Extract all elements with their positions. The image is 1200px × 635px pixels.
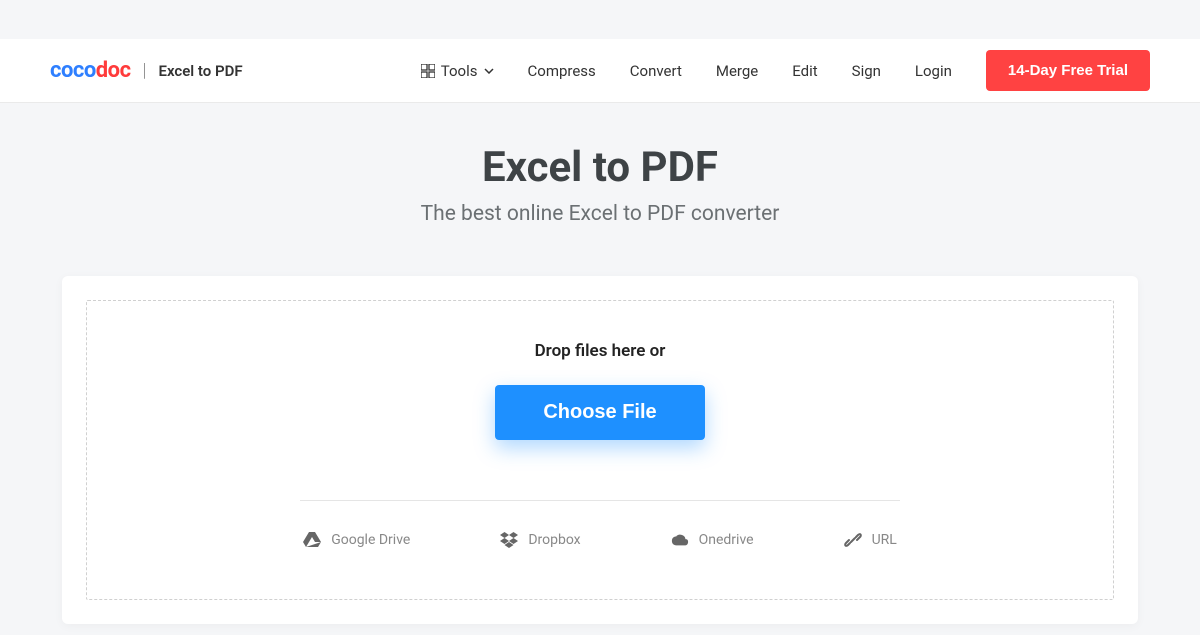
source-url[interactable]: URL [844,531,897,549]
hero-subtitle: The best online Excel to PDF converter [0,202,1200,226]
nav-edit-label: Edit [792,62,817,80]
nav-sign-label: Sign [852,62,881,80]
sources-separator [300,500,900,501]
logo-section: cocodoc | Excel to PDF [50,58,243,83]
nav-convert-label: Convert [630,62,682,80]
source-dropbox-label: Dropbox [528,532,580,548]
drop-text: Drop files here or [107,341,1093,361]
grid-icon [421,64,435,78]
logo-part-doc: doc [96,58,131,83]
main-nav: Tools Compress Convert Merge Edit Sign L… [421,50,1150,91]
link-icon [844,531,862,549]
source-onedrive[interactable]: Onedrive [671,531,754,549]
nav-login[interactable]: Login [915,62,952,80]
logo-part-coco: coco [50,58,96,83]
top-spacer [0,0,1200,39]
nav-tools[interactable]: Tools [421,62,494,80]
header: cocodoc | Excel to PDF Tools Compress Co… [0,39,1200,103]
nav-compress[interactable]: Compress [528,62,596,80]
nav-convert[interactable]: Convert [630,62,682,80]
divider: | [143,60,147,81]
hero: Excel to PDF The best online Excel to PD… [0,103,1200,256]
onedrive-icon [671,531,689,549]
nav-tools-label: Tools [441,62,478,80]
page-name: Excel to PDF [159,62,243,80]
dropzone[interactable]: Drop files here or Choose File Google Dr… [86,300,1114,600]
nav-edit[interactable]: Edit [792,62,817,80]
nav-login-label: Login [915,62,952,80]
chevron-down-icon [484,68,494,74]
upload-card: Drop files here or Choose File Google Dr… [62,276,1138,624]
logo[interactable]: cocodoc [50,58,131,83]
source-google-drive[interactable]: Google Drive [303,531,410,549]
nav-compress-label: Compress [528,62,596,80]
sources-row: Google Drive Dropbox Onedrive URL [107,531,1093,549]
nav-sign[interactable]: Sign [852,62,881,80]
source-url-label: URL [872,532,897,548]
dropbox-icon [500,531,518,549]
nav-merge-label: Merge [716,62,758,80]
hero-title: Excel to PDF [0,143,1200,192]
trial-button[interactable]: 14-Day Free Trial [986,50,1150,91]
nav-merge[interactable]: Merge [716,62,758,80]
source-dropbox[interactable]: Dropbox [500,531,580,549]
choose-file-button[interactable]: Choose File [495,385,704,440]
source-onedrive-label: Onedrive [699,532,754,548]
source-google-drive-label: Google Drive [331,532,410,548]
google-drive-icon [303,531,321,549]
